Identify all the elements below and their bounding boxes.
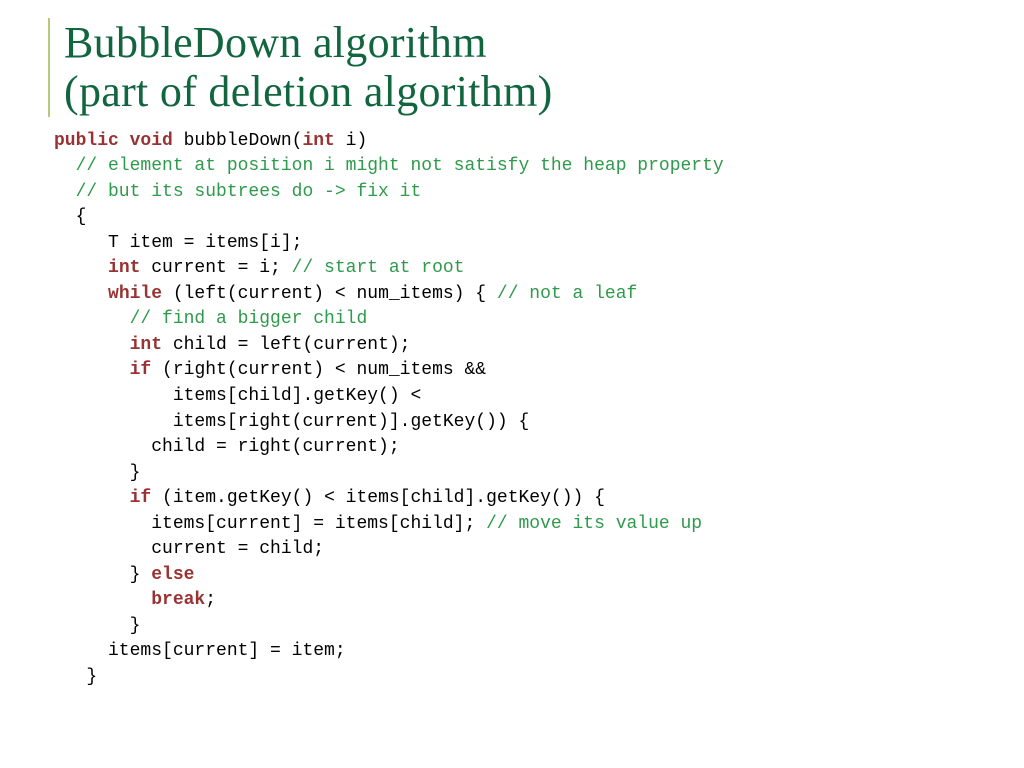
comment: // move its value up <box>486 514 702 534</box>
code-text <box>54 258 108 278</box>
code-text <box>54 590 151 610</box>
kw-int: int <box>130 335 162 355</box>
code-text: items[child].getKey() < <box>54 386 421 406</box>
kw-if: if <box>130 488 152 508</box>
comment: // but its subtrees do -> fix it <box>54 182 421 202</box>
comment: // start at root <box>292 258 465 278</box>
kw-if: if <box>130 360 152 380</box>
code-text: } <box>54 463 140 483</box>
code-text: items[current] = items[child]; <box>54 514 486 534</box>
code-text: i) <box>335 131 367 151</box>
comment: // element at position i might not satis… <box>54 156 724 176</box>
kw-int: int <box>108 258 140 278</box>
title-line-1: BubbleDown algorithm <box>64 18 487 67</box>
code-text: child = right(current); <box>54 437 400 457</box>
code-text: (item.getKey() < items[child].getKey()) … <box>151 488 605 508</box>
code-text: (right(current) < num_items && <box>151 360 486 380</box>
code-text <box>54 335 130 355</box>
kw-break: break <box>151 590 205 610</box>
code-text: current = i; <box>140 258 291 278</box>
code-text: items[right(current)].getKey()) { <box>54 412 529 432</box>
slide-title: BubbleDown algorithm (part of deletion a… <box>64 18 988 117</box>
code-text: current = child; <box>54 539 324 559</box>
code-text: } <box>54 616 140 636</box>
kw-int: int <box>302 131 334 151</box>
code-text: bubbleDown( <box>173 131 303 151</box>
code-block: public void bubbleDown(int i) // element… <box>48 129 988 691</box>
comment: // find a bigger child <box>54 309 367 329</box>
code-text: items[current] = item; <box>54 641 346 661</box>
code-text: } <box>54 565 151 585</box>
code-text: } <box>54 667 97 687</box>
code-text <box>54 360 130 380</box>
code-text <box>54 284 108 304</box>
title-line-2: (part of deletion algorithm) <box>64 67 553 116</box>
title-block: BubbleDown algorithm (part of deletion a… <box>48 18 988 117</box>
code-text: { <box>54 207 86 227</box>
code-text: child = left(current); <box>162 335 410 355</box>
kw-else: else <box>151 565 194 585</box>
code-text <box>54 488 130 508</box>
slide: BubbleDown algorithm (part of deletion a… <box>0 0 1024 768</box>
kw-public-void: public void <box>54 131 173 151</box>
code-text: (left(current) < num_items) { <box>162 284 497 304</box>
comment: // not a leaf <box>497 284 637 304</box>
code-text: ; <box>205 590 216 610</box>
code-text: T item = items[i]; <box>54 233 302 253</box>
kw-while: while <box>108 284 162 304</box>
